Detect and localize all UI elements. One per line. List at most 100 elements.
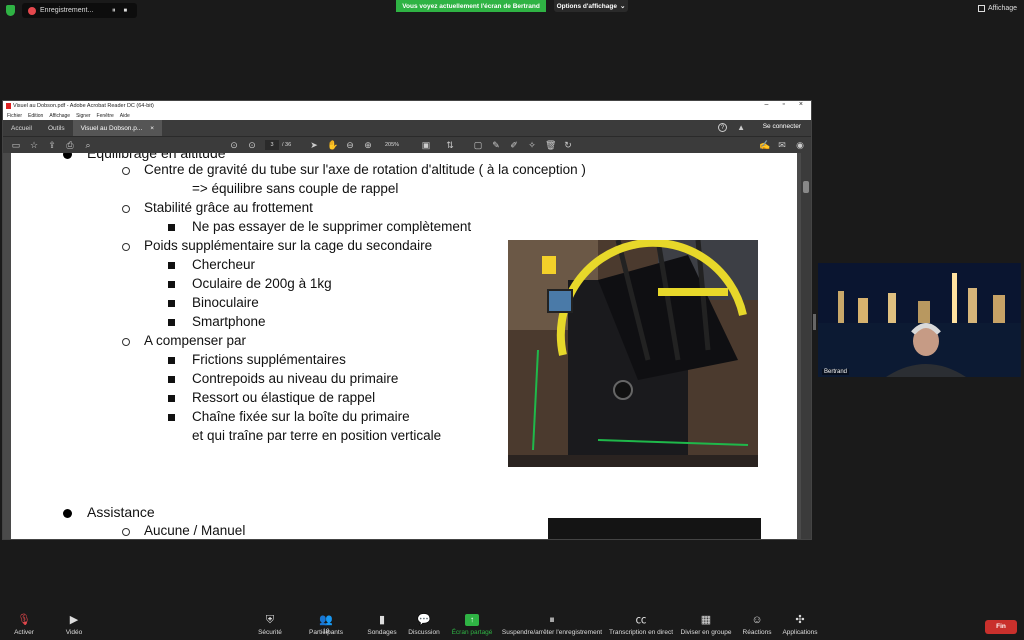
help-icon[interactable]: ? <box>718 123 727 132</box>
highlight-icon[interactable]: ✐ <box>509 140 519 150</box>
stop-icon[interactable]: ■ <box>124 8 128 14</box>
tab-document[interactable]: Visuel au Dobson.p... × <box>72 120 163 136</box>
telescope-illustration <box>508 240 758 467</box>
bell-icon[interactable]: ▲ <box>737 123 745 132</box>
slide-heading: Equilibrage en altitude <box>63 153 226 161</box>
transcription-label: Transcription en direct <box>608 629 674 636</box>
menu-fichier[interactable]: Fichier <box>7 113 22 119</box>
mail-icon[interactable]: ✉ <box>777 140 787 150</box>
close-icon[interactable]: × <box>799 101 803 108</box>
end-meeting-button[interactable]: Fin <box>985 620 1017 634</box>
emoji-icon: ☺ <box>751 614 763 626</box>
view-options-label: Options d'affichage <box>556 2 617 10</box>
breakout-label: Diviser en groupe <box>680 629 732 636</box>
share-screen-icon: ↑ <box>465 614 479 626</box>
list-item: Contrepoids au niveau du primaire <box>167 371 399 386</box>
zoom-out-icon[interactable]: ⊖ <box>345 140 355 150</box>
cc-icon: ㏄ <box>635 614 647 626</box>
share-label: Écran partagé <box>451 629 493 636</box>
star-icon[interactable]: ☆ <box>29 140 39 150</box>
menu-affichage[interactable]: Affichage <box>49 113 70 119</box>
close-tab-icon[interactable]: × <box>150 125 154 132</box>
share-button[interactable]: ↑ Écran partagé <box>442 614 502 636</box>
acrobat-title-bar: Visuel au Dobson.pdf - Adobe Acrobat Rea… <box>3 101 811 111</box>
recording-indicator[interactable]: Enregistrement... ⏸ ■ <box>22 3 137 18</box>
record-icon <box>28 6 36 15</box>
security-label: Sécurité <box>258 629 282 636</box>
list-item: Frictions supplémentaires <box>168 352 346 367</box>
pdf-page[interactable]: Equilibrage en altitude Centre de gravit… <box>11 153 797 539</box>
sign-in-link[interactable]: Se connecter <box>763 123 801 130</box>
bullet <box>63 509 72 518</box>
list-item: Centre de gravité du tube sur l'axe de r… <box>122 162 586 177</box>
transcription-button[interactable]: ㏄ Transcription en direct <box>606 614 676 636</box>
mic-muted-icon: 🎙 <box>17 614 31 626</box>
view-options-button[interactable]: Options d'affichage ⌄ <box>554 0 628 12</box>
video-feed <box>818 263 1021 377</box>
rotate-icon[interactable]: ↻ <box>563 140 573 150</box>
video-button[interactable]: ▶ Vidéo <box>44 614 104 636</box>
people-icon: 👥18 <box>319 614 333 635</box>
assist-heading: Assistance <box>63 504 155 520</box>
stamp-icon[interactable]: ✧ <box>527 140 537 150</box>
menu-bar: Fichier Edition Affichage Signer Fenêtre… <box>3 111 811 120</box>
tab-outils[interactable]: Outils <box>40 125 73 132</box>
upload-icon[interactable]: ⇪ <box>47 140 57 150</box>
save-icon[interactable]: ▭ <box>11 140 21 150</box>
scrollbar[interactable] <box>801 153 811 539</box>
page-number-input[interactable]: 3 <box>265 140 279 150</box>
reactions-label: Réactions <box>742 629 772 636</box>
list-item: Oculaire de 200g à 1kg <box>168 276 332 291</box>
share-banner: Vous voyez actuellement l'écran de Bertr… <box>396 0 546 12</box>
security-button[interactable]: ⛨ Sécurité <box>240 614 300 636</box>
acrobat-window: Visuel au Dobson.pdf - Adobe Acrobat Rea… <box>2 100 812 540</box>
resize-handle[interactable] <box>813 314 816 330</box>
assist-heading-text: Assistance <box>87 504 155 520</box>
menu-edition[interactable]: Edition <box>28 113 43 119</box>
recording-button[interactable]: ⏸ Suspendre/arrêter l'enregistrement <box>497 614 607 636</box>
apps-button[interactable]: ✣ Applications <box>770 614 830 636</box>
list-item: Smartphone <box>168 314 266 329</box>
camera-icon: ▶ <box>69 614 79 626</box>
pen-icon[interactable]: ✎ <box>491 140 501 150</box>
bullet <box>63 153 72 159</box>
participants-button[interactable]: 👥18 Participants <box>296 614 356 636</box>
list-item: Ne pas essayer de le supprimer complètem… <box>167 219 472 234</box>
maximize-icon[interactable]: ▫ <box>782 101 784 108</box>
zoom-in-icon[interactable]: ⊕ <box>363 140 373 150</box>
chat-label: Discussion <box>408 629 440 636</box>
scroll-thumb[interactable] <box>803 181 809 193</box>
list-item: => équilibre sans couple de rappel <box>192 181 399 196</box>
participant-video[interactable]: Bertrand <box>818 263 1021 377</box>
comment-icon[interactable]: ▢ <box>473 140 483 150</box>
search-icon[interactable]: ⌕ <box>83 140 93 150</box>
participant-name: Bertrand <box>822 369 850 375</box>
next-page-icon[interactable]: ⊙ <box>247 140 257 150</box>
print-icon[interactable]: ⎙ <box>65 140 75 150</box>
list-item: Poids supplémentaire sur la cage du seco… <box>121 238 433 253</box>
minimize-icon[interactable]: – <box>765 101 769 108</box>
acrobat-toolbar: ▭ ☆ ⇪ ⎙ ⌕ ⊙ ⊙ 3 / 36 ➤ ✋ ⊖ ⊕ 205% ▣ ⇅ ▢ … <box>3 136 811 153</box>
tab-accueil[interactable]: Accueil <box>3 125 40 132</box>
pause-icon[interactable]: ⏸ <box>112 7 116 15</box>
menu-fenetre[interactable]: Fenêtre <box>97 113 114 119</box>
page-total: / 36 <box>282 142 292 148</box>
menu-signer[interactable]: Signer <box>76 113 90 119</box>
cursor-icon[interactable]: ➤ <box>309 140 319 150</box>
zoom-select[interactable]: 205% <box>385 140 411 150</box>
scroll-mode-icon[interactable]: ⇅ <box>445 140 455 150</box>
menu-aide[interactable]: Aide <box>120 113 130 119</box>
view-layout-button[interactable]: Affichage <box>978 5 1017 12</box>
fill-sign-icon[interactable]: ✍ <box>759 140 770 150</box>
list-item: Chaîne fixée sur la boîte du primaire <box>168 409 410 424</box>
account-icon[interactable]: ◉ <box>795 140 805 150</box>
delete-icon[interactable]: 🗑 <box>545 140 556 150</box>
list-item: Chercheur <box>167 257 256 272</box>
meeting-toolbar: 🎙 Activer ▶ Vidéo ⛨ Sécurité 👥18 Participant… <box>0 612 1024 640</box>
fit-page-icon[interactable]: ▣ <box>421 140 431 150</box>
prev-page-icon[interactable]: ⊙ <box>229 140 239 150</box>
hand-icon[interactable]: ✋ <box>327 140 338 150</box>
list-item: Stabilité grâce au frottement <box>122 200 313 215</box>
apps-label: Applications <box>782 629 818 636</box>
shield-icon[interactable] <box>6 5 15 16</box>
